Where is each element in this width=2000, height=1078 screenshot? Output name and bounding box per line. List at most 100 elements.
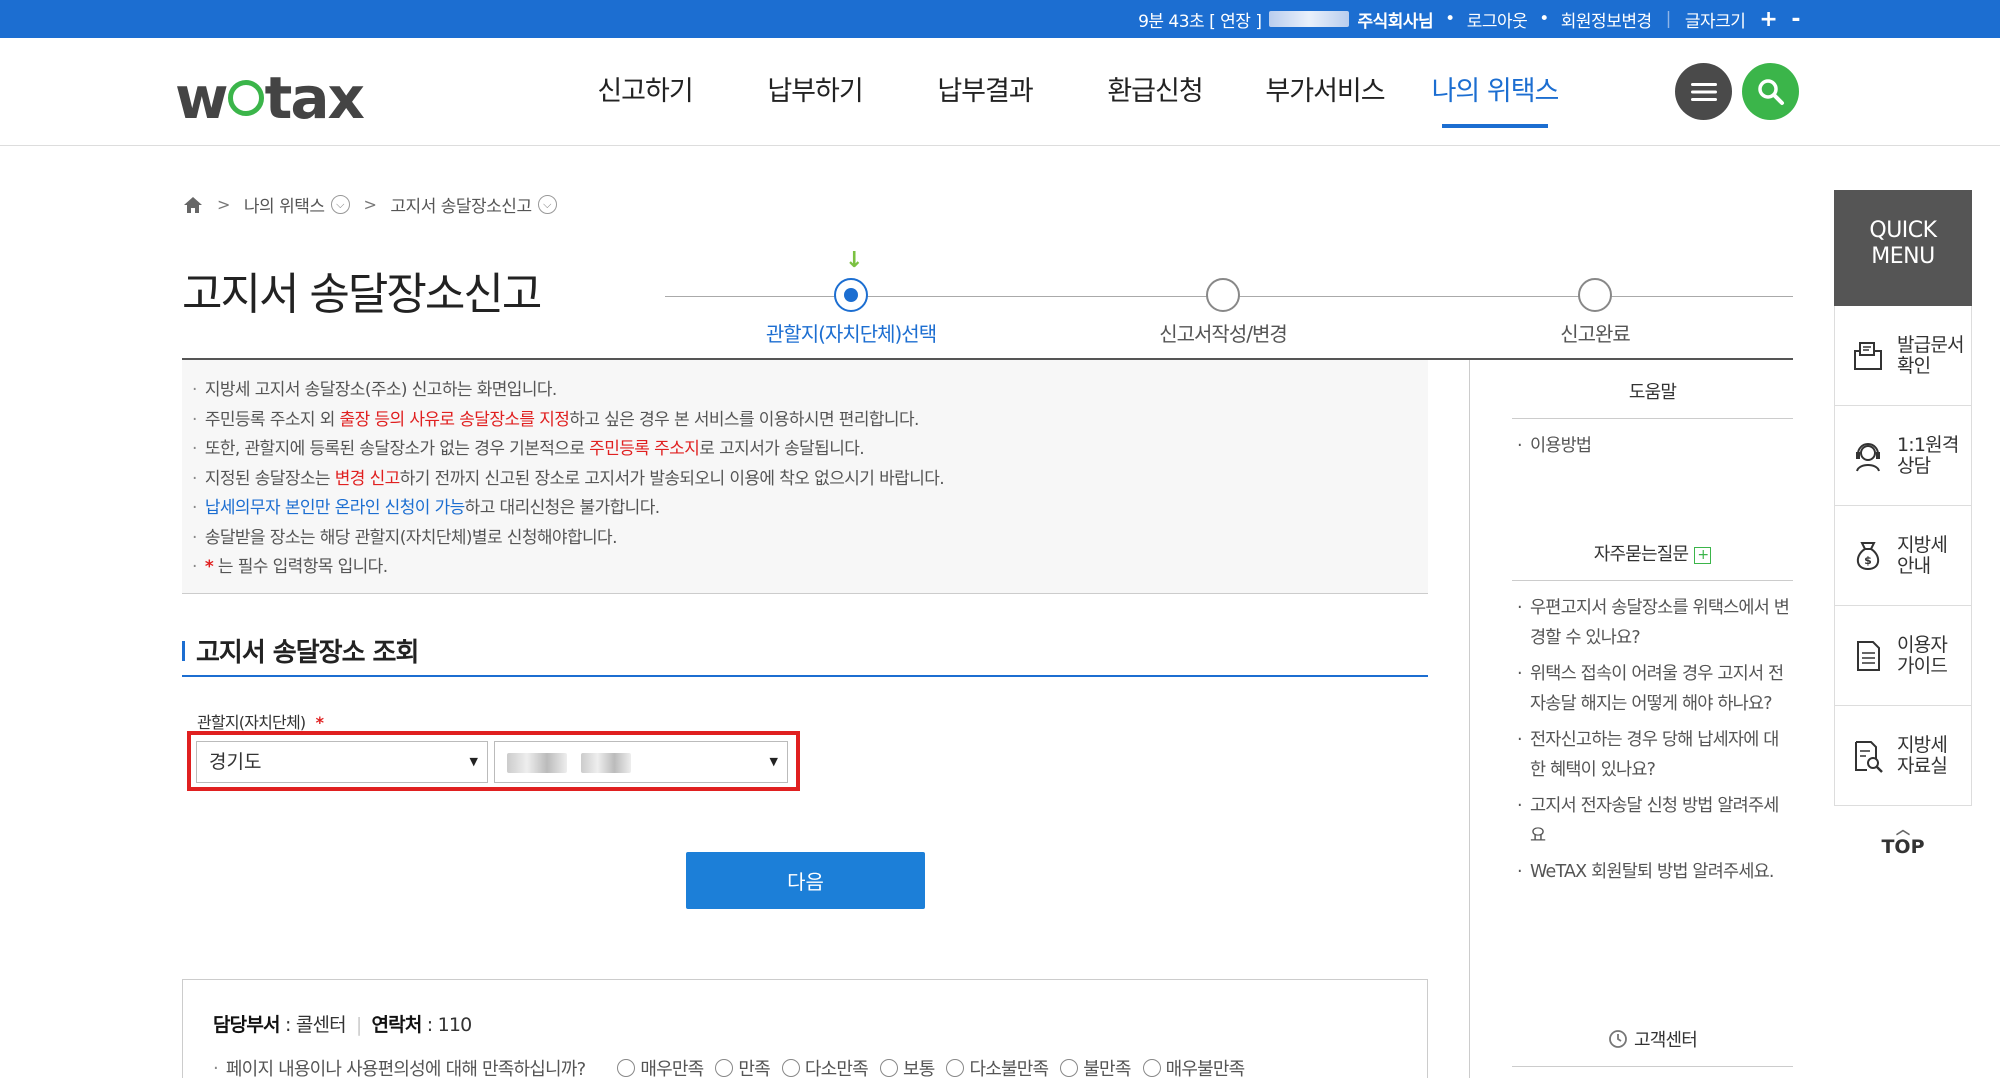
required-star-icon: * — [315, 713, 324, 732]
quick-tax-library[interactable]: 지방세 자료실 — [1834, 706, 1972, 806]
quick-menu-title: QUICK MENU — [1834, 190, 1972, 306]
quick-item-label: 1:1원격 상담 — [1897, 433, 1959, 477]
notice-emphasis: 주민등록 주소지 — [589, 439, 700, 459]
font-decrease-button[interactable]: - — [1791, 7, 1800, 32]
dept-value: : 콜센터 — [279, 1014, 347, 1036]
radio-icon[interactable] — [715, 1059, 734, 1077]
contact-info: 담당부서 : 콜센터 | 연락처 : 110 — [213, 1010, 473, 1037]
step-1-label: 관할지(자치단체)선택 — [765, 322, 937, 346]
survey-option-somewhat-dissatisfied[interactable]: 다소불만족 — [946, 1055, 1049, 1078]
nav-refund[interactable]: 환급신청 — [1070, 38, 1240, 146]
notice-box: 지방세 고지서 송달장소(주소) 신고하는 화면입니다. 주민등록 주소지 외 … — [182, 360, 1428, 594]
radio-icon[interactable] — [1060, 1059, 1079, 1077]
utility-links: 9분 43초 [ 연장 ] 주식회사님 • 로그아웃 • 회원정보변경 | 글자… — [1138, 0, 1800, 38]
notice-line: 지방세 고지서 송달장소(주소) 신고하는 화면입니다. — [192, 376, 1418, 406]
nav-my-wetax[interactable]: 나의 위택스 — [1410, 38, 1580, 146]
help-rule — [1512, 580, 1793, 581]
province-select[interactable]: 경기도 ▼ — [196, 741, 488, 783]
notice-line: 납세의무자 본인만 온라인 신청이 가능하고 대리신청은 불가합니다. — [192, 494, 1418, 524]
radio-icon[interactable] — [879, 1059, 898, 1077]
nav-report[interactable]: 신고하기 — [560, 38, 730, 146]
survey-option-satisfied[interactable]: 만족 — [715, 1055, 771, 1078]
notice-emphasis: 변경 신고 — [334, 468, 401, 489]
help-usage-list: 이용방법 — [1512, 432, 1793, 469]
main-navigation: 신고하기 납부하기 납부결과 환급신청 부가서비스 나의 위택스 — [560, 38, 1580, 146]
next-button[interactable]: 다음 — [686, 852, 925, 909]
home-icon[interactable] — [183, 196, 203, 214]
separator-bar: | — [1665, 9, 1672, 29]
radio-icon[interactable] — [781, 1059, 800, 1077]
member-edit-link[interactable]: 회원정보변경 — [1561, 7, 1652, 32]
survey-option-dissatisfied[interactable]: 불만족 — [1060, 1055, 1131, 1078]
option-label: 매우만족 — [640, 1059, 704, 1078]
quick-remote-support[interactable]: 1:1원격 상담 — [1834, 406, 1972, 506]
notice-line: 또한, 관할지에 등록된 송달장소가 없는 경우 기본적으로 주민등록 주소지로… — [192, 435, 1418, 465]
breadcrumb-separator: > — [363, 195, 377, 214]
section-title: 고지서 송달장소 조회 — [182, 632, 419, 669]
help-usage-link[interactable]: 이용방법 — [1512, 432, 1793, 462]
faq-item[interactable]: 위택스 접속이 어려울 경우 고지서 전자송달 해지는 어떻게 해야 하나요? — [1512, 660, 1793, 719]
radio-icon[interactable] — [946, 1059, 965, 1077]
search-button[interactable] — [1742, 63, 1799, 120]
option-label: 보통 — [902, 1059, 935, 1078]
radio-icon[interactable] — [1142, 1059, 1161, 1077]
survey-question-row: · 페이지 내용이나 사용편의성에 대해 만족하십니까? 매우만족 만족 다소만… — [213, 1055, 1245, 1078]
quick-issued-docs[interactable]: 발급문서 확인 — [1834, 306, 1972, 406]
wetax-logo[interactable]: w tax — [175, 64, 365, 132]
contact-value: : 110 — [421, 1014, 473, 1036]
nav-extra-services[interactable]: 부가서비스 — [1240, 38, 1410, 146]
logout-link[interactable]: 로그아웃 — [1467, 7, 1528, 32]
faq-item[interactable]: 우편고지서 송달장소를 위택스에서 변경할 수 있나요? — [1512, 594, 1793, 653]
quick-local-tax-guide[interactable]: $ 지방세 안내 — [1834, 506, 1972, 606]
faq-item[interactable]: 고지서 전자송달 신청 방법 알려주세요 — [1512, 792, 1793, 851]
separator-dot: • — [1539, 9, 1549, 29]
site-header: w tax 신고하기 납부하기 납부결과 환급신청 부가서비스 나의 위택스 — [0, 38, 2000, 146]
customer-center[interactable]: 고객센터 — [1512, 1026, 1793, 1052]
step-3-marker — [1578, 278, 1612, 312]
faq-item[interactable]: 전자신고하는 경우 당해 납세자에 대한 혜택이 있나요? — [1512, 726, 1793, 785]
scroll-top-button[interactable]: ︿ TOP — [1834, 823, 1972, 858]
section-divider — [182, 675, 1428, 677]
option-label: 다소만족 — [804, 1059, 869, 1078]
survey-question: 페이지 내용이나 사용편의성에 대해 만족하십니까? — [225, 1059, 586, 1078]
session-timer[interactable]: 9분 43초 [ 연장 ] — [1138, 7, 1262, 32]
search-icon — [1757, 78, 1784, 105]
svg-text:$: $ — [1864, 554, 1872, 567]
customer-center-label: 고객센터 — [1633, 1030, 1698, 1051]
municipality-select[interactable]: ▼ — [494, 741, 788, 783]
quick-user-guide[interactable]: 이용자 가이드 — [1834, 606, 1972, 706]
faq-more-icon[interactable]: + — [1694, 546, 1712, 564]
top-label: TOP — [1881, 836, 1925, 858]
help-rule — [1512, 418, 1793, 419]
survey-option-neutral[interactable]: 보통 — [879, 1055, 935, 1078]
dropdown-caret-icon: ▼ — [469, 755, 478, 768]
notice-line: * 는 필수 입력항목 입니다. — [192, 553, 1418, 583]
dept-label: 담당부서 — [213, 1014, 281, 1036]
step-1-marker — [834, 278, 868, 312]
quick-item-label: 지방세 안내 — [1897, 533, 1948, 577]
guide-doc-icon — [1857, 640, 1880, 671]
separator-dot: • — [1445, 9, 1455, 29]
nav-pay[interactable]: 납부하기 — [730, 38, 900, 146]
all-menu-button[interactable] — [1675, 63, 1732, 120]
breadcrumb-my-wetax[interactable]: 나의 위택스 — [244, 192, 325, 217]
faq-item[interactable]: WeTAX 회원탈퇴 방법 알려주세요. — [1512, 858, 1793, 888]
notice-text: 하기 전까지 신고된 장소로 고지서가 발송되오니 이용에 착오 없으시기 바랍… — [399, 468, 945, 489]
survey-option-somewhat-satisfied[interactable]: 다소만족 — [781, 1055, 869, 1078]
notice-text: 는 필수 입력항목 입니다. — [213, 557, 388, 577]
radio-icon[interactable] — [617, 1059, 636, 1077]
survey-option-very-satisfied[interactable]: 매우만족 — [617, 1055, 704, 1078]
breadcrumb-current[interactable]: 고지서 송달장소신고 — [390, 192, 532, 217]
required-star-icon: * — [204, 557, 214, 577]
notice-text: 하고 싶은 경우 본 서비스를 이용하시면 편리합니다. — [569, 409, 919, 430]
help-title: 도움말 — [1628, 382, 1677, 403]
step-2-label: 신고서작성/변경 — [1159, 322, 1288, 346]
nav-pay-result[interactable]: 납부결과 — [900, 38, 1070, 146]
chevron-down-icon[interactable]: ⌵ — [330, 195, 350, 214]
font-increase-button[interactable]: + — [1759, 7, 1777, 32]
survey-option-very-dissatisfied[interactable]: 매우불만족 — [1142, 1055, 1245, 1078]
quick-item-label: 발급문서 확인 — [1897, 333, 1965, 377]
notice-text: 주민등록 주소지 외 — [204, 409, 340, 430]
province-select-value: 경기도 — [209, 751, 262, 773]
chevron-down-icon[interactable]: ⌵ — [537, 195, 557, 214]
